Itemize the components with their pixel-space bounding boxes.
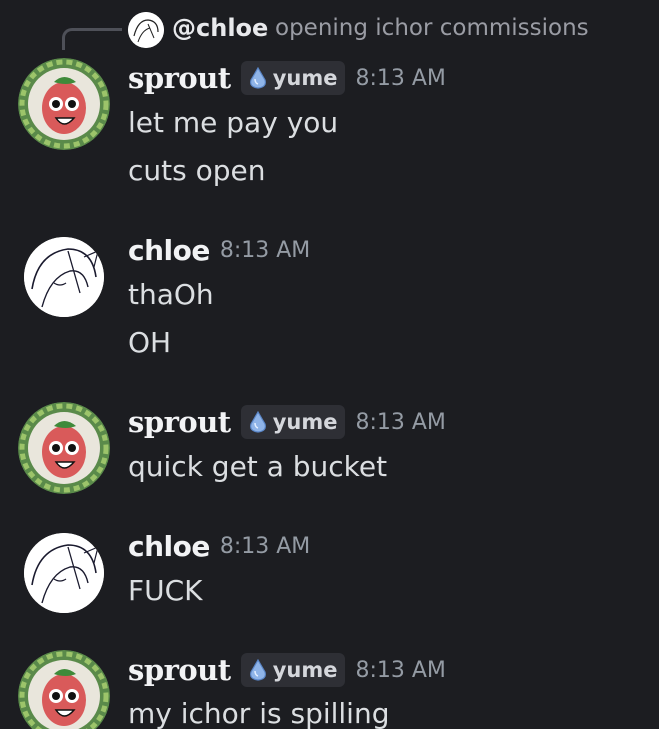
message-header: sprout yume 8:13 AM (128, 405, 446, 439)
reply-message-preview[interactable]: opening ichor commissions (275, 15, 589, 41)
droplet-icon (247, 67, 269, 89)
server-tag-label: yume (272, 66, 338, 90)
server-tag-label: yume (272, 658, 338, 682)
message-header: sprout yume 8:13 AM (128, 61, 446, 95)
server-tag[interactable]: yume (240, 653, 346, 687)
message-text: OH (128, 326, 172, 359)
server-tag[interactable]: yume (240, 405, 346, 439)
message-text: quick get a bucket (128, 450, 388, 483)
message-text: my ichor is spilling (128, 697, 390, 729)
username[interactable]: chloe (128, 234, 210, 267)
message-header: sprout yume 8:13 AM (128, 653, 446, 687)
chat-log: @chloe opening ichor commissions sprout (0, 0, 659, 729)
avatar[interactable] (18, 650, 110, 729)
server-tag-label: yume (272, 410, 338, 434)
droplet-icon (247, 659, 269, 681)
timestamp[interactable]: 8:13 AM (355, 410, 445, 435)
timestamp[interactable]: 8:13 AM (355, 658, 445, 683)
avatar[interactable] (18, 402, 110, 494)
message-text: let me pay you (128, 106, 339, 139)
droplet-icon (247, 411, 269, 433)
message-header: chloe 8:13 AM (128, 234, 310, 267)
username[interactable]: sprout (128, 61, 231, 95)
reply-author-name[interactable]: @chloe (172, 14, 268, 42)
server-tag[interactable]: yume (240, 61, 346, 95)
reply-connector (62, 28, 122, 50)
timestamp[interactable]: 8:13 AM (220, 238, 310, 263)
username[interactable]: chloe (128, 530, 210, 563)
message-text: thaOh (128, 278, 214, 311)
message-text: FUCK (128, 574, 203, 607)
timestamp[interactable]: 8:13 AM (220, 534, 310, 559)
avatar[interactable] (24, 237, 104, 317)
username[interactable]: sprout (128, 653, 231, 687)
avatar[interactable] (24, 533, 104, 613)
timestamp[interactable]: 8:13 AM (355, 66, 445, 91)
avatar[interactable] (18, 58, 110, 150)
username[interactable]: sprout (128, 405, 231, 439)
reply-avatar[interactable] (128, 12, 164, 48)
message-text: cuts open (128, 154, 266, 187)
message-header: chloe 8:13 AM (128, 530, 310, 563)
